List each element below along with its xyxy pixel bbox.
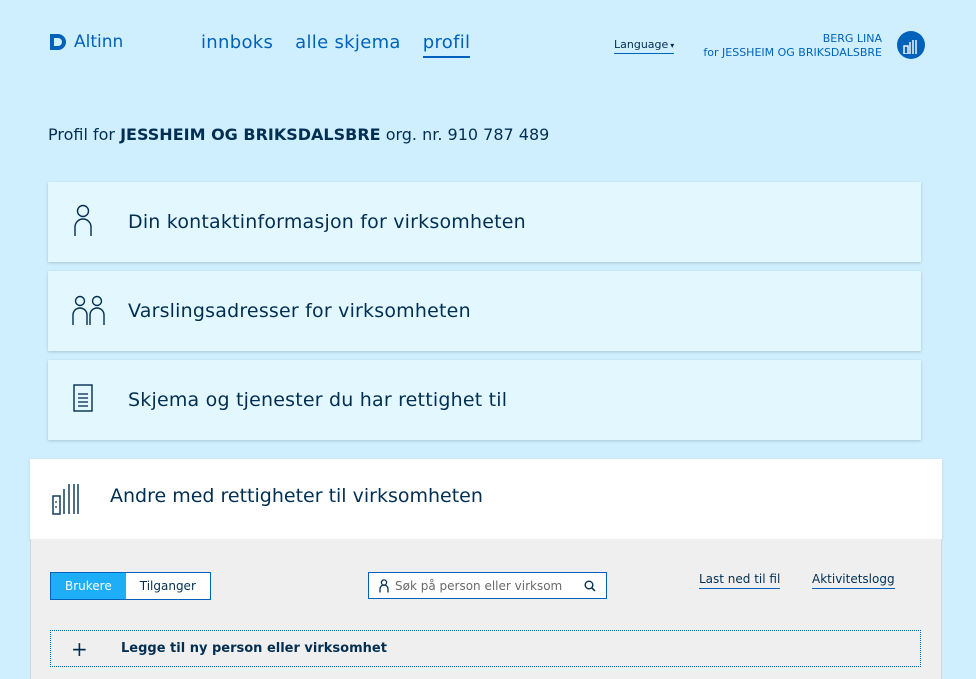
org-avatar[interactable] bbox=[897, 31, 925, 59]
rights-panel-body: Brukere Tilganger Søk på person eller vi… bbox=[30, 539, 942, 679]
activity-log-link[interactable]: Aktivitetslogg bbox=[812, 572, 895, 589]
main-nav: innboks alle skjema profil bbox=[201, 32, 471, 58]
card-contact-info[interactable]: Din kontaktinformasjon for virksomheten bbox=[48, 182, 921, 262]
person-icon bbox=[72, 203, 94, 241]
user-menu[interactable]: BERG LINA for JESSHEIM OG BRIKSDALSBRE bbox=[703, 32, 882, 60]
view-toggle: Brukere Tilganger bbox=[50, 572, 211, 600]
nav-innboks[interactable]: innboks bbox=[201, 32, 273, 58]
tab-tilganger[interactable]: Tilganger bbox=[126, 573, 210, 599]
org-number: org. nr. 910 787 489 bbox=[385, 125, 550, 144]
profile-prefix: Profil for bbox=[48, 125, 115, 144]
add-person-label: Legge til ny person eller virksomhet bbox=[121, 641, 387, 656]
people-icon bbox=[72, 292, 106, 330]
language-selector[interactable]: Language ▾ bbox=[614, 38, 675, 54]
altinn-logo-icon bbox=[50, 34, 66, 50]
user-org: for JESSHEIM OG BRIKSDALSBRE bbox=[703, 46, 882, 59]
logo-text: Altinn bbox=[74, 32, 124, 52]
nav-profil[interactable]: profil bbox=[422, 32, 471, 58]
person-icon bbox=[379, 578, 389, 592]
language-label: Language bbox=[614, 38, 669, 51]
card-label: Skjema og tjenester du har rettighet til bbox=[128, 389, 508, 411]
org-name: JESSHEIM OG BRIKSDALSBRE bbox=[120, 125, 381, 144]
rights-panel-header[interactable]: Andre med rettigheter til virksomheten bbox=[30, 459, 942, 539]
search-placeholder: Søk på person eller virksom bbox=[395, 578, 563, 593]
add-person-button[interactable]: + Legge til ny person eller virksomhet bbox=[50, 630, 921, 667]
nav-alle-skjema[interactable]: alle skjema bbox=[295, 32, 401, 58]
card-label: Din kontaktinformasjon for virksomheten bbox=[128, 211, 526, 233]
user-name: BERG LINA bbox=[822, 32, 882, 45]
search-icon[interactable] bbox=[584, 580, 596, 592]
document-icon bbox=[72, 384, 94, 416]
card-notification-addresses[interactable]: Varslingsadresser for virksomheten bbox=[48, 271, 921, 351]
plus-icon: + bbox=[71, 636, 88, 661]
tab-brukere[interactable]: Brukere bbox=[51, 573, 126, 599]
rights-panel-title: Andre med rettigheter til virksomheten bbox=[110, 485, 483, 507]
search-input[interactable]: Søk på person eller virksom bbox=[368, 572, 607, 599]
top-header: Altinn innboks alle skjema profil Langua… bbox=[0, 0, 976, 90]
building-icon bbox=[52, 483, 80, 519]
card-forms-services[interactable]: Skjema og tjenester du har rettighet til bbox=[48, 360, 921, 440]
download-link[interactable]: Last ned til fil bbox=[699, 572, 781, 589]
altinn-logo[interactable]: Altinn bbox=[50, 32, 123, 52]
card-label: Varslingsadresser for virksomheten bbox=[128, 300, 471, 322]
building-icon bbox=[903, 40, 917, 54]
caret-down-icon: ▾ bbox=[670, 41, 675, 50]
profile-heading: Profil for JESSHEIM OG BRIKSDALSBRE org.… bbox=[48, 125, 549, 144]
